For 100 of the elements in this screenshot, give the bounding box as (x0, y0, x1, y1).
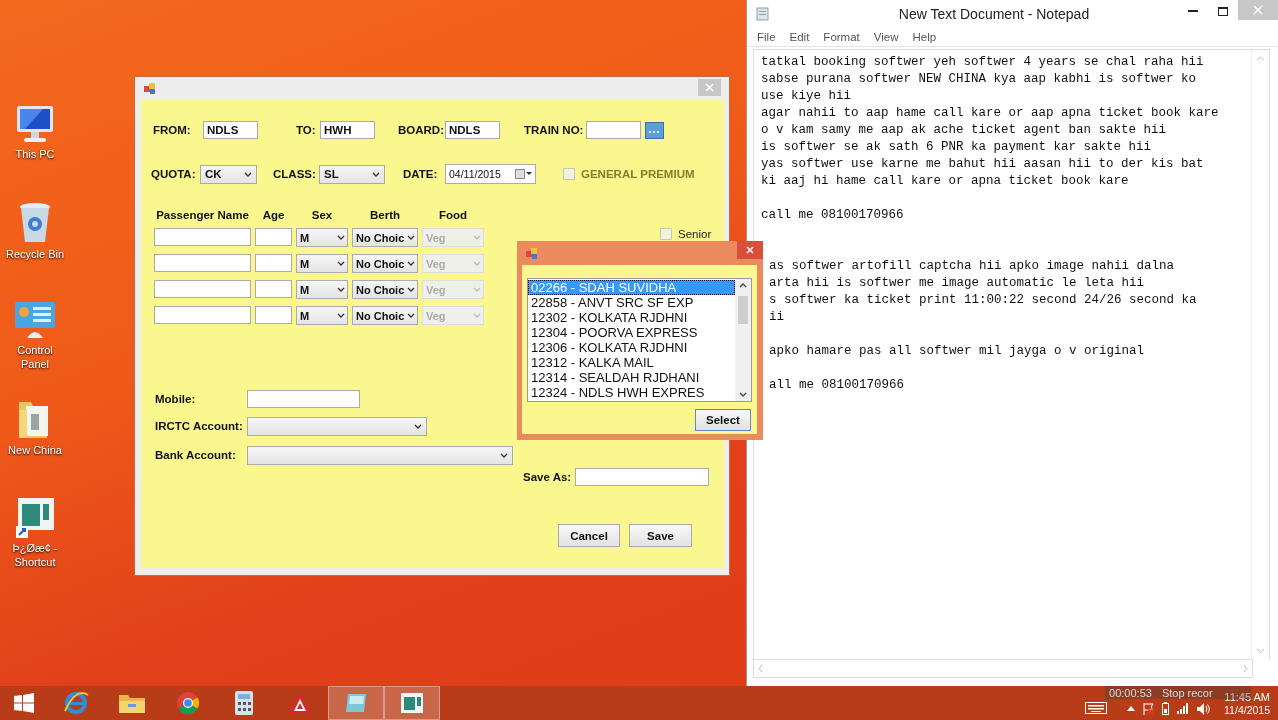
checkbox[interactable] (660, 228, 672, 240)
field-label: TRAIN NO: (524, 124, 585, 136)
mobile-field[interactable] (247, 389, 360, 408)
signal-bars-icon[interactable] (1177, 703, 1190, 714)
column-header: Food (437, 208, 469, 221)
class-dropdown[interactable]: SL (319, 164, 385, 184)
taskbar-button[interactable] (384, 686, 440, 720)
column-header: Age (261, 208, 286, 221)
notepad-icon (756, 7, 770, 21)
save-as-field[interactable] (575, 468, 709, 486)
train-list-item[interactable]: 22858 - ANVT SRC SF EXP (528, 295, 735, 310)
quota-dropdown[interactable]: CK (200, 164, 257, 184)
desktop-icon-label[interactable]: New China (2, 443, 68, 457)
keyboard-icon[interactable] (1085, 702, 1108, 714)
app-shortcut-icon[interactable] (14, 496, 56, 538)
sex-dropdown[interactable]: M (296, 306, 348, 325)
caret-icon (473, 313, 481, 318)
desktop-icon-label[interactable]: Þ¿Øæ¢ - Shortcut (2, 541, 68, 569)
column-header: Berth (369, 208, 401, 221)
text-line: all me 08100170966 (769, 377, 906, 394)
select-button[interactable]: Select (695, 409, 751, 431)
berth-dropdown[interactable]: No Choic (352, 306, 418, 325)
scroll-down-icon[interactable] (739, 392, 747, 397)
sex-dropdown[interactable]: M (296, 228, 348, 247)
taskbar-button[interactable] (328, 686, 384, 720)
name-field[interactable] (154, 306, 251, 324)
column-header: Sex (310, 208, 334, 221)
berth-dropdown[interactable]: No Choic (352, 280, 418, 299)
age-field[interactable] (255, 228, 292, 246)
minimize-icon (1188, 10, 1198, 12)
field-label: QUOTA: (151, 168, 197, 180)
folder-icon (118, 692, 146, 714)
name-field[interactable] (154, 280, 251, 298)
dialog-button[interactable]: Cancel (558, 524, 620, 547)
berth-dropdown[interactable]: No Choic (352, 254, 418, 273)
name-field[interactable] (154, 228, 251, 246)
caret-icon (407, 235, 415, 240)
text-line: apko hamare pas all softwer mil jayga o v original (769, 343, 1146, 360)
text-line: yas softwer use karne me bahut hii aasan hii to der kis bat (761, 156, 1205, 173)
app-icon (526, 247, 538, 259)
menu-item[interactable]: Format (823, 31, 860, 43)
menu-item[interactable]: Edit (789, 31, 810, 43)
field-label: Mobile: (155, 392, 197, 405)
age-field[interactable] (255, 280, 292, 298)
scrollbar-thumb[interactable] (738, 296, 748, 324)
train-list-item[interactable]: 12302 - KOLKATA RJDHNI (528, 310, 735, 325)
age-field[interactable] (255, 254, 292, 272)
scroll-up-icon[interactable] (739, 283, 747, 288)
sex-dropdown[interactable]: M (296, 254, 348, 273)
bank-dropdown[interactable] (247, 445, 513, 465)
close-button[interactable] (698, 79, 721, 96)
field-label: FROM: (153, 124, 192, 136)
close-button[interactable] (737, 241, 763, 259)
train-list-item[interactable]: 12304 - POORVA EXPRESS (528, 325, 735, 340)
account-dropdown[interactable] (247, 416, 427, 436)
sex-dropdown[interactable]: M (296, 280, 348, 299)
text-field[interactable]: NDLS (203, 121, 258, 139)
checkbox[interactable] (563, 168, 575, 180)
caret-icon (337, 287, 345, 292)
scroll-right-icon[interactable] (1243, 664, 1248, 673)
menu-item[interactable]: File (757, 31, 776, 43)
text-line: s softwer ka ticket print 11:00:22 second 24/26 second ka (769, 292, 1198, 309)
berth-dropdown[interactable]: No Choic (352, 228, 418, 247)
field-label: IRCTC Account: (155, 420, 244, 432)
close-icon (1253, 5, 1263, 15)
text-field[interactable]: NDLS (445, 121, 500, 139)
text-line: sabse purana softwer NEW CHINA kya aap kabhi is softwer ko (761, 71, 1198, 88)
age-field[interactable] (255, 306, 292, 324)
text-field[interactable]: HWH (320, 121, 375, 139)
browse-button[interactable] (645, 121, 664, 139)
field-label: Bank Account: (155, 449, 237, 461)
name-field[interactable] (154, 254, 251, 272)
calculator-icon (235, 691, 253, 715)
caret-icon (500, 452, 508, 458)
field-label: DATE: (403, 168, 439, 180)
train-list-item[interactable]: 12314 - SEALDAH RJDHANI (528, 370, 735, 385)
text-line: is softwer se ak sath 6 PNR ka payment kar sakte hii (761, 139, 1153, 156)
text-line: arta hii is softwer me image automatic le leta hii (769, 275, 1146, 292)
battery-icon[interactable] (1162, 702, 1170, 715)
date-picker[interactable]: 04/11/2015 (445, 164, 536, 184)
clock-time[interactable]: 11:45 AM (1224, 691, 1270, 704)
stop-recording-button[interactable]: Stop recor (1161, 686, 1213, 699)
text-line: as softwer artofill captcha hii apko image nahii dalna (769, 258, 1176, 275)
menu-item[interactable]: Help (912, 31, 937, 43)
calendar-icon (515, 169, 532, 179)
flag-icon[interactable] (1143, 702, 1155, 715)
field-label: CLASS: (273, 168, 317, 180)
train-list-item[interactable]: 12312 - KALKA MAIL (528, 355, 735, 370)
text-field[interactable] (586, 121, 641, 139)
scroll-left-icon[interactable] (758, 664, 763, 673)
menu-item[interactable]: View (873, 31, 899, 43)
train-list-item[interactable]: 12306 - KOLKATA RJDHNI (528, 340, 735, 355)
speaker-icon[interactable] (1197, 702, 1211, 715)
control-panel-icon[interactable] (13, 300, 57, 340)
text-line: agar nahii to aap hame call kare or aap apna ticket book kare (761, 105, 1220, 122)
dialog-button[interactable]: Save (629, 524, 692, 547)
recycle-bin-icon[interactable] (18, 202, 52, 244)
clock-date[interactable]: 11/4/2015 (1224, 704, 1270, 717)
caret-up-icon[interactable] (1127, 706, 1136, 711)
train-list-item[interactable]: 12324 - NDLS HWH EXPRES (528, 385, 735, 400)
